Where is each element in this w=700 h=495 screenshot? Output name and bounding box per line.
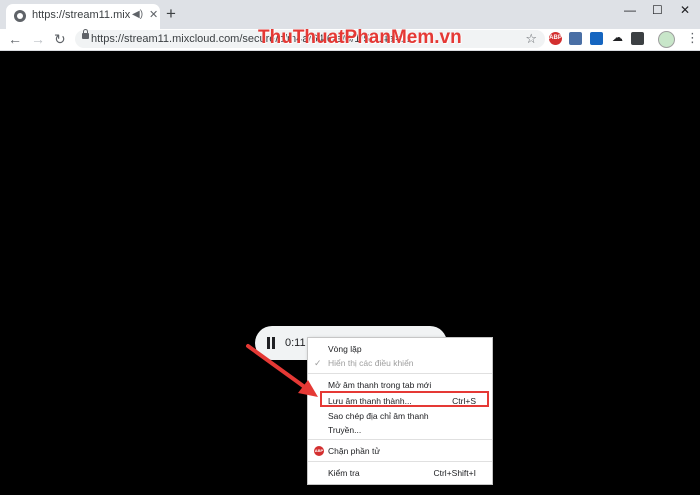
annotation-arrow (246, 344, 318, 397)
